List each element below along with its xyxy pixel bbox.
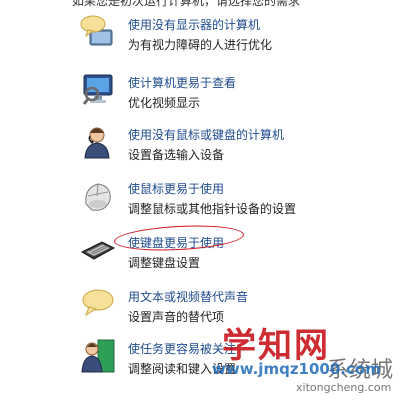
person-headset-icon — [84, 127, 110, 159]
watermark-url: www.jmqz1000.com — [212, 360, 381, 378]
option-description: 调整鼠标或其他指针设备的设置 — [128, 202, 297, 216]
option-description: 为有视力障碍的人进行优化 — [128, 38, 273, 52]
header-partial-text: 如果您是初次运行计算机，请选择您的需求 — [72, 0, 301, 8]
option-title[interactable]: 使用没有鼠标或键盘的计算机 — [128, 126, 284, 143]
option-description: 调整键盘设置 — [128, 256, 201, 270]
option-easier-to-see[interactable]: 使计算机更易于查看 优化视频显示 — [80, 72, 400, 116]
option-description: 设置声音的替代项 — [128, 310, 225, 324]
option-mouse-easier[interactable]: 使鼠标更易于使用 调整鼠标或其他指针设备的设置 — [80, 178, 400, 222]
speech-bubble-icon — [82, 289, 114, 317]
option-title[interactable]: 使用没有显示器的计算机 — [128, 16, 260, 33]
option-title[interactable]: 使任务更容易被关注 — [128, 340, 236, 357]
watermark-url-secondary: xitongcheng.com — [296, 381, 392, 394]
option-description: 设置备选输入设备 — [128, 148, 225, 162]
person-door-icon — [81, 339, 115, 373]
option-no-display[interactable]: 使用没有显示器的计算机 为有视力障碍的人进行优化 — [80, 14, 400, 58]
mouse-icon — [85, 183, 111, 211]
option-title[interactable]: 使计算机更易于查看 — [128, 74, 236, 91]
monitor-magnifier-icon — [82, 74, 113, 105]
keyboard-icon — [80, 241, 116, 260]
option-title[interactable]: 使鼠标更易于使用 — [128, 180, 224, 197]
option-description: 优化视频显示 — [128, 96, 201, 110]
speech-bubble-monitor-icon — [80, 15, 113, 46]
option-title[interactable]: 用文本或视频替代声音 — [128, 288, 248, 305]
option-no-mouse-keyboard[interactable]: 使用没有鼠标或键盘的计算机 设置备选输入设备 — [80, 124, 400, 168]
